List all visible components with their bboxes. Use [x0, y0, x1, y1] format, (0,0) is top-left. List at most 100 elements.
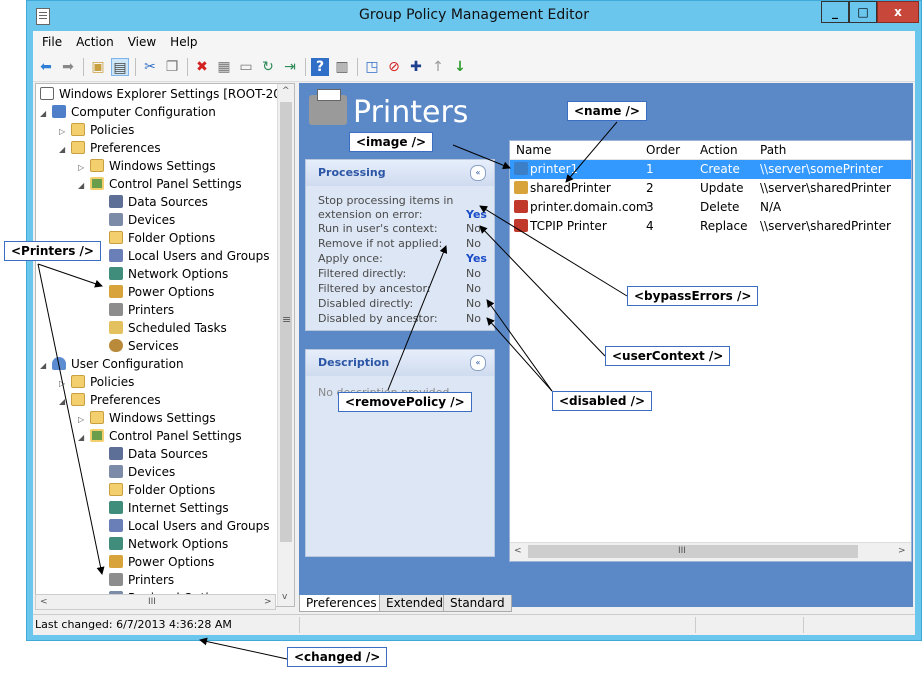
- collapse-icon[interactable]: «: [470, 355, 486, 371]
- tree-item[interactable]: ▷ Windows Settings: [78, 409, 216, 427]
- cut-icon[interactable]: ✂: [141, 58, 159, 76]
- status-bar: Last changed: 6/7/2013 4:36:28 AM: [33, 614, 915, 635]
- tree-item-label: Printers: [128, 573, 175, 587]
- close-button[interactable]: x: [877, 1, 919, 23]
- export-icon[interactable]: ⇥: [281, 58, 299, 76]
- tree-item[interactable]: ▷ Policies: [59, 121, 134, 139]
- tree-item[interactable]: ◢ Control Panel Settings: [78, 175, 242, 193]
- collapse-icon[interactable]: «: [470, 165, 486, 181]
- scroll-left-icon[interactable]: <: [514, 546, 522, 556]
- description-header[interactable]: Description «: [306, 350, 494, 376]
- tree-item-label: Folder Options: [128, 231, 216, 245]
- processing-value: No: [466, 282, 481, 295]
- svc-icon: [109, 339, 123, 352]
- column-path[interactable]: Path: [760, 143, 786, 157]
- tree-root-label: Windows Explorer Settings [ROOT-2012-: [59, 87, 295, 101]
- tree-item[interactable]: Data Sources: [97, 445, 208, 463]
- expander-icon[interactable]: ◢: [40, 357, 52, 375]
- tree-vertical-scrollbar[interactable]: ^ ≡ v: [277, 84, 294, 606]
- menu-file[interactable]: File: [33, 31, 67, 49]
- tree-item[interactable]: ◢ Computer Configuration: [40, 103, 216, 121]
- scroll-down-icon[interactable]: v: [282, 592, 287, 602]
- tree-item[interactable]: Power Options: [97, 283, 214, 301]
- cell-path: N/A: [760, 200, 782, 214]
- tree-item[interactable]: Folder Options: [97, 481, 215, 499]
- folder-icon: [109, 231, 123, 244]
- add-icon[interactable]: ✚: [407, 58, 425, 76]
- tree-item[interactable]: Printers: [97, 571, 174, 589]
- up-folder-icon[interactable]: ▣: [89, 58, 107, 76]
- table-row[interactable]: TCPIP Printer 4 Replace \\server\sharedPrin…: [510, 217, 911, 236]
- tree-item[interactable]: ◢ Control Panel Settings: [78, 427, 242, 445]
- tree-item-label: Power Options: [128, 285, 215, 299]
- menu-action[interactable]: Action: [67, 31, 119, 49]
- menu-help[interactable]: Help: [161, 31, 202, 49]
- expander-icon[interactable]: ◢: [59, 393, 71, 411]
- copy-icon[interactable]: ❐: [163, 58, 181, 76]
- tree-item[interactable]: Power Options: [97, 553, 214, 571]
- tree-item[interactable]: ◢ Preferences: [59, 139, 161, 157]
- preview-icon[interactable]: ◳: [363, 58, 381, 76]
- tree-root[interactable]: Windows Explorer Settings [ROOT-2012-: [40, 85, 295, 103]
- tree-item[interactable]: Devices: [97, 211, 175, 229]
- print-icon[interactable]: ▭: [237, 58, 255, 76]
- tree-item[interactable]: Scheduled Tasks: [97, 319, 227, 337]
- tree-item[interactable]: Local Users and Groups: [97, 517, 270, 535]
- tree-item[interactable]: Devices: [97, 463, 175, 481]
- properties-icon[interactable]: ▦: [215, 58, 233, 76]
- tree-item[interactable]: Network Options: [97, 535, 228, 553]
- move-up-icon[interactable]: ↑: [429, 58, 447, 76]
- processing-header[interactable]: Processing «: [306, 160, 494, 186]
- tree-item[interactable]: Services: [97, 337, 179, 355]
- tree-item[interactable]: Local Users and Groups: [97, 247, 270, 265]
- tree-item-label: Data Sources: [128, 195, 208, 209]
- tree-item[interactable]: ▷ Policies: [59, 373, 134, 391]
- refresh-icon[interactable]: ↻: [259, 58, 277, 76]
- expander-icon[interactable]: ◢: [78, 429, 90, 447]
- title-bar[interactable]: Group Policy Management Editor _ □ x: [27, 1, 921, 31]
- show-hide-tree-icon[interactable]: ▤: [111, 58, 129, 76]
- help-icon[interactable]: ?: [311, 58, 329, 76]
- column-name[interactable]: Name: [516, 143, 551, 157]
- view-icon[interactable]: ▥: [333, 58, 351, 76]
- stop-icon[interactable]: ⊘: [385, 58, 403, 76]
- tree-item-label: Services: [128, 339, 179, 353]
- scroll-right-icon[interactable]: >: [264, 597, 272, 607]
- table-row[interactable]: printer1 1 Create \\server\somePrinter: [510, 160, 911, 179]
- table-row[interactable]: sharedPrinter 2 Update \\server\sharedPrint…: [510, 179, 911, 198]
- annotation-user-context: <userContext />: [605, 346, 731, 366]
- tree-item[interactable]: Folder Options: [97, 229, 215, 247]
- tab-extended[interactable]: Extended: [379, 595, 450, 612]
- folder-icon: [90, 159, 104, 172]
- tree-item[interactable]: ▷ Windows Settings: [78, 157, 216, 175]
- tree-item[interactable]: ◢ Preferences: [59, 391, 161, 409]
- tree-horizontal-scrollbar[interactable]: < III >: [35, 594, 276, 610]
- grid-hscroll-thumb[interactable]: [528, 545, 858, 558]
- users-icon: [109, 519, 123, 532]
- scroll-up-icon[interactable]: ^: [282, 86, 290, 96]
- table-row[interactable]: printer.domain.com 3 Delete N/A: [510, 198, 911, 217]
- tree-item[interactable]: Network Options: [97, 265, 228, 283]
- delete-icon[interactable]: ✖: [193, 58, 211, 76]
- maximize-button[interactable]: □: [849, 1, 877, 23]
- expander-icon[interactable]: ◢: [40, 105, 52, 123]
- minimize-button[interactable]: _: [821, 1, 849, 23]
- back-icon[interactable]: ⬅: [37, 58, 55, 76]
- forward-icon[interactable]: ➡: [59, 58, 77, 76]
- scroll-right-icon[interactable]: >: [898, 546, 906, 556]
- tree-item[interactable]: Printers: [97, 301, 174, 319]
- move-down-icon[interactable]: ↓: [451, 58, 469, 76]
- grid-horizontal-scrollbar[interactable]: < III >: [510, 542, 911, 561]
- tree-item[interactable]: Internet Settings: [97, 499, 229, 517]
- window-title: Group Policy Management Editor: [359, 7, 589, 23]
- tree-item[interactable]: Data Sources: [97, 193, 208, 211]
- expander-icon[interactable]: ◢: [78, 177, 90, 195]
- column-action[interactable]: Action: [700, 143, 738, 157]
- tab-standard[interactable]: Standard: [443, 595, 512, 612]
- tree-item[interactable]: ◢ User Configuration: [40, 355, 184, 373]
- scroll-left-icon[interactable]: <: [40, 597, 48, 607]
- expander-icon[interactable]: ◢: [59, 141, 71, 159]
- menu-view[interactable]: View: [119, 31, 161, 49]
- tab-preferences[interactable]: Preferences: [299, 595, 384, 612]
- column-order[interactable]: Order: [646, 143, 680, 157]
